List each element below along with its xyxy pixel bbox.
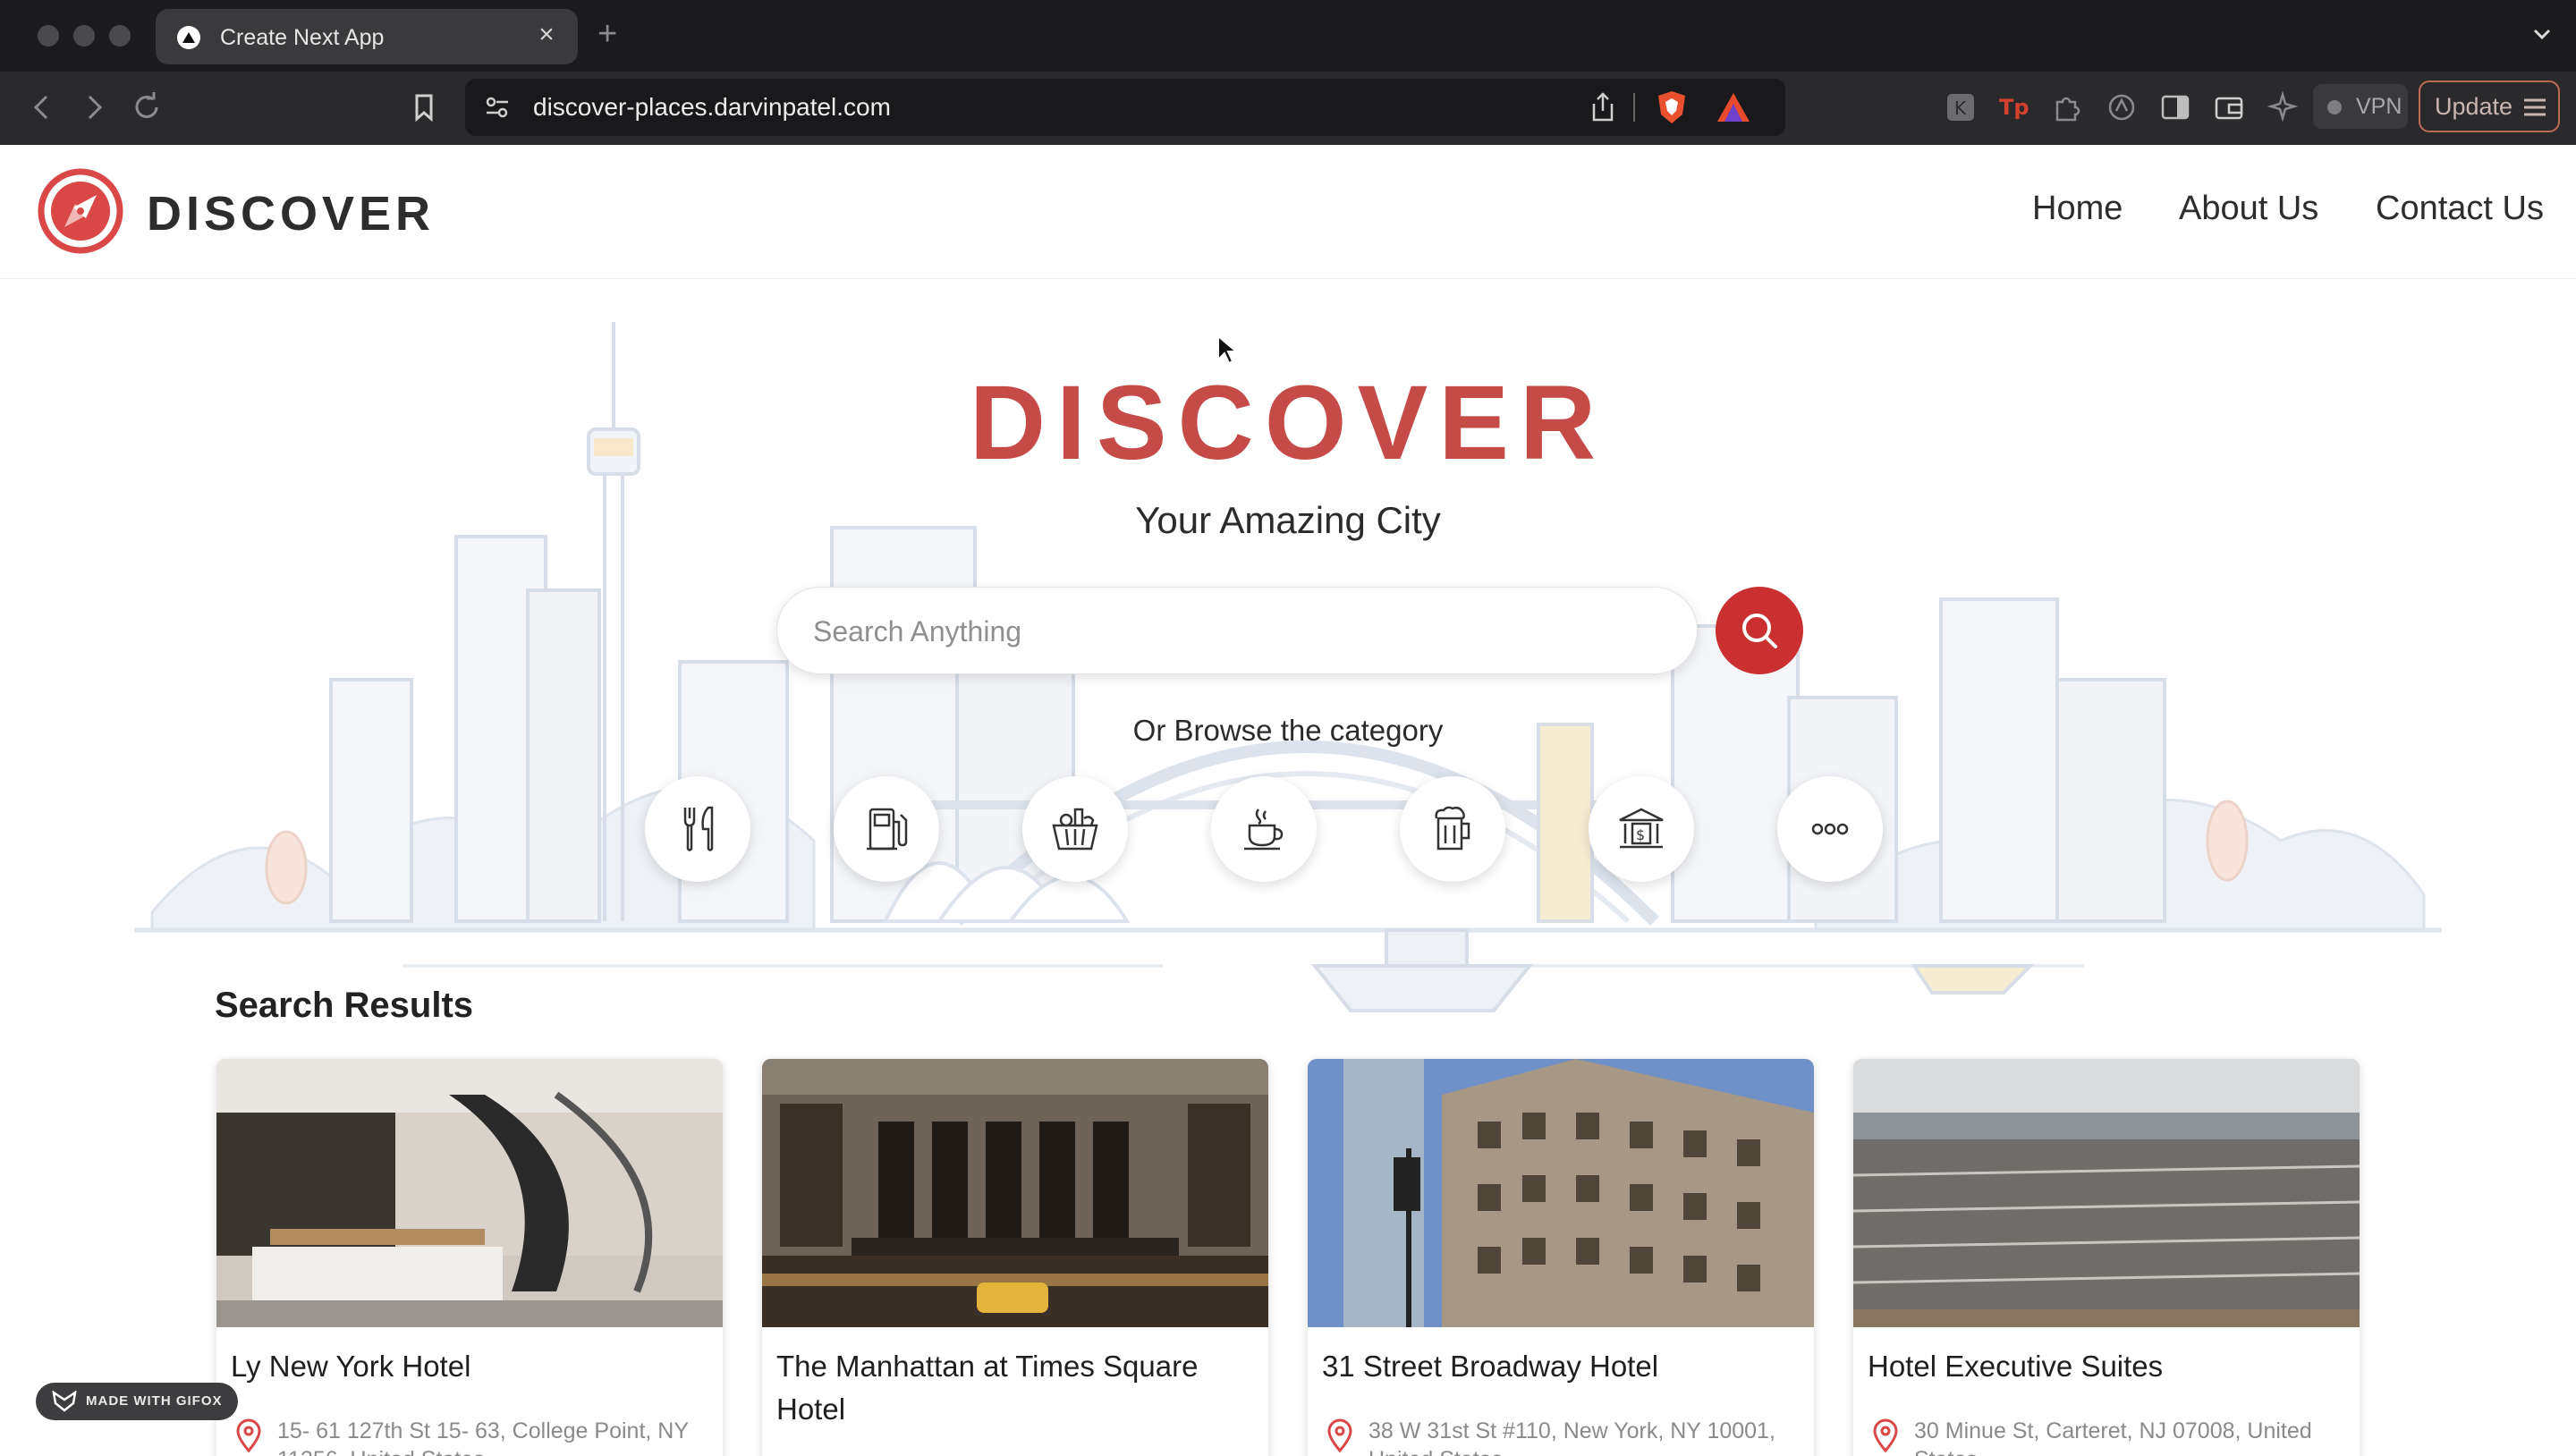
result-card[interactable]: The Manhattan at Times Square Hotel (762, 1059, 1268, 1456)
compass-logo-icon[interactable] (38, 168, 123, 254)
svg-text:$: $ (1636, 826, 1645, 843)
category-coffee-button[interactable] (1211, 776, 1317, 882)
leo-ai-icon[interactable] (2106, 91, 2138, 123)
brave-shield-icon[interactable] (1655, 89, 1689, 125)
hotel-photo (762, 1059, 1268, 1327)
wallet-icon[interactable] (2213, 91, 2245, 123)
hotel-photo (1308, 1059, 1814, 1327)
vpn-button[interactable]: VPN (2313, 84, 2408, 129)
nav-contact-link[interactable]: Contact Us (2376, 190, 2544, 228)
category-more-button[interactable] (1777, 776, 1883, 882)
update-label: Update (2435, 93, 2513, 120)
address-bar[interactable]: discover-places.darvinpatel.com (465, 79, 1785, 136)
result-title[interactable]: 31 Street Broadway Hotel (1322, 1345, 1796, 1388)
mouse-cursor-icon (1217, 334, 1238, 365)
browser-tab-bar: Create Next App × + (0, 0, 2576, 72)
window-minimize-control[interactable] (73, 25, 95, 47)
window-close-control[interactable] (38, 25, 59, 47)
back-arrow-icon[interactable] (27, 91, 59, 123)
result-address: 30 Minue St, Carteret, NJ 07008, United … (1914, 1418, 2312, 1456)
result-title[interactable]: The Manhattan at Times Square Hotel (776, 1345, 1250, 1431)
hero-title: DISCOVER (969, 364, 1607, 482)
share-icon[interactable] (1589, 91, 1617, 123)
result-address: 38 W 31st St #110, New York, NY 10001, U… (1368, 1418, 1775, 1456)
hamburger-menu-icon (2524, 98, 2546, 116)
result-card[interactable]: Hotel Executive Suites 30 Minue St, Cart… (1853, 1059, 2360, 1456)
search-button[interactable] (1716, 587, 1803, 674)
browse-category-label: Or Browse the category (1132, 714, 1444, 747)
search-input[interactable] (813, 607, 1654, 656)
location-pin-icon (236, 1418, 261, 1453)
tab-list-chevron-down-icon[interactable] (2529, 21, 2555, 47)
nextjs-favicon-icon (177, 26, 200, 49)
result-title[interactable]: Ly New York Hotel (231, 1345, 705, 1388)
category-grocery-button[interactable] (1022, 776, 1128, 882)
coffee-icon (1244, 808, 1284, 851)
extension-k-icon[interactable]: K (1945, 91, 1977, 123)
site-header: DISCOVER Home About Us Contact Us (0, 145, 2576, 279)
site-settings-icon[interactable] (483, 93, 512, 122)
extension-tp-icon[interactable]: Tp (1998, 91, 2032, 123)
update-button[interactable]: Update (2419, 80, 2560, 132)
hotel-photo (1853, 1059, 2360, 1327)
divider (1633, 93, 1635, 122)
sidebar-toggle-icon[interactable] (2159, 91, 2191, 123)
gas-station-icon (867, 808, 908, 851)
tab-title: Create Next App (220, 25, 385, 50)
location-pin-icon (1873, 1418, 1898, 1453)
vpn-status-dot-icon (2327, 100, 2342, 114)
category-bank-button[interactable]: $ (1589, 776, 1694, 882)
logo-text[interactable]: DISCOVER (147, 186, 435, 241)
result-address: 15- 61 127th St 15- 63, College Point, N… (277, 1418, 689, 1456)
svg-text:K: K (1954, 97, 1967, 119)
search-results-heading: Search Results (215, 986, 474, 1025)
extensions-puzzle-icon[interactable] (2052, 91, 2084, 123)
forward-arrow-icon[interactable] (77, 91, 109, 123)
bank-icon: $ (1619, 808, 1664, 849)
gifox-label: MADE WITH GIFOX (86, 1393, 223, 1409)
reload-icon[interactable] (131, 91, 163, 123)
gifox-logo-icon (52, 1391, 77, 1412)
vpn-label: VPN (2356, 94, 2402, 119)
category-bar-button[interactable] (1400, 776, 1505, 882)
hotel-photo (216, 1059, 723, 1327)
new-tab-button[interactable]: + (597, 14, 617, 54)
location-pin-icon (1327, 1418, 1352, 1453)
search-icon (1742, 614, 1777, 648)
svg-text:Tp: Tp (1999, 95, 2029, 120)
browser-tab[interactable]: Create Next App × (156, 9, 578, 64)
gifox-watermark: MADE WITH GIFOX (36, 1383, 238, 1420)
search-box[interactable] (776, 587, 1698, 674)
result-card[interactable]: Ly New York Hotel 15- 61 127th St 15- 63… (216, 1059, 723, 1456)
nav-home-link[interactable]: Home (2032, 190, 2123, 228)
restaurant-icon (683, 806, 714, 851)
beer-icon (1435, 806, 1470, 851)
sparkle-star-icon[interactable] (2267, 91, 2299, 123)
browser-toolbar: discover-places.darvinpatel.com K Tp VPN… (0, 72, 2576, 145)
more-icon (1811, 823, 1849, 835)
nav-about-link[interactable]: About Us (2179, 190, 2318, 228)
hero-subtitle: Your Amazing City (1135, 499, 1441, 541)
bookmark-icon[interactable] (408, 91, 440, 123)
category-gas-station-button[interactable] (834, 776, 939, 882)
tab-close-icon[interactable]: × (531, 20, 562, 50)
window-zoom-control[interactable] (109, 25, 131, 47)
result-title[interactable]: Hotel Executive Suites (1868, 1345, 2342, 1388)
category-restaurant-button[interactable] (645, 776, 750, 882)
url-text: discover-places.darvinpatel.com (533, 93, 891, 121)
grocery-basket-icon (1052, 808, 1098, 851)
result-card[interactable]: 31 Street Broadway Hotel 38 W 31st St #1… (1308, 1059, 1814, 1456)
brave-rewards-icon[interactable] (1716, 91, 1751, 123)
